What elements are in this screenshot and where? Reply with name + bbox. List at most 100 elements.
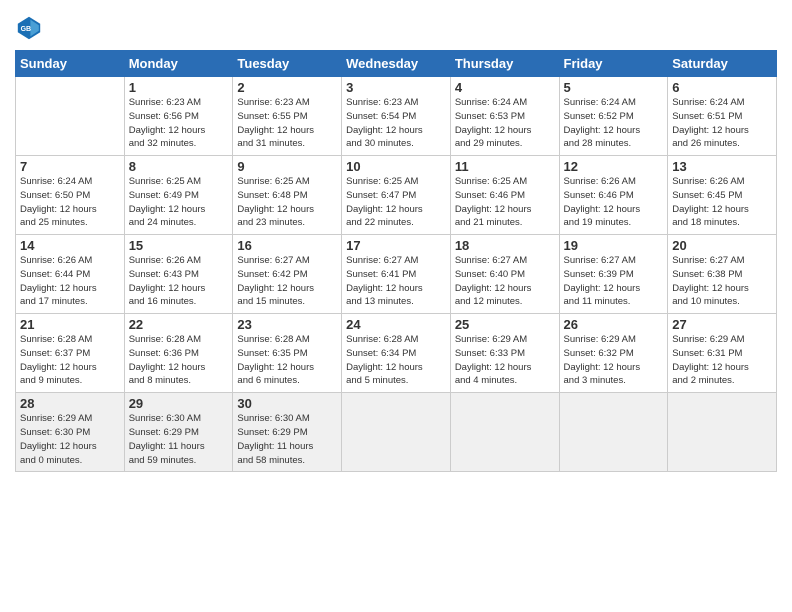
day-cell <box>342 393 451 472</box>
day-info: Sunrise: 6:26 AM Sunset: 6:46 PM Dayligh… <box>564 175 664 230</box>
day-cell: 20Sunrise: 6:27 AM Sunset: 6:38 PM Dayli… <box>668 235 777 314</box>
day-info: Sunrise: 6:27 AM Sunset: 6:40 PM Dayligh… <box>455 254 555 309</box>
day-number: 9 <box>237 159 337 174</box>
day-info: Sunrise: 6:29 AM Sunset: 6:33 PM Dayligh… <box>455 333 555 388</box>
day-cell: 21Sunrise: 6:28 AM Sunset: 6:37 PM Dayli… <box>16 314 125 393</box>
day-info: Sunrise: 6:24 AM Sunset: 6:52 PM Dayligh… <box>564 96 664 151</box>
day-cell: 19Sunrise: 6:27 AM Sunset: 6:39 PM Dayli… <box>559 235 668 314</box>
day-cell <box>668 393 777 472</box>
weekday-header-sunday: Sunday <box>16 51 125 77</box>
day-info: Sunrise: 6:23 AM Sunset: 6:54 PM Dayligh… <box>346 96 446 151</box>
day-cell <box>16 77 125 156</box>
day-cell: 17Sunrise: 6:27 AM Sunset: 6:41 PM Dayli… <box>342 235 451 314</box>
day-info: Sunrise: 6:25 AM Sunset: 6:47 PM Dayligh… <box>346 175 446 230</box>
day-cell: 7Sunrise: 6:24 AM Sunset: 6:50 PM Daylig… <box>16 156 125 235</box>
day-cell: 28Sunrise: 6:29 AM Sunset: 6:30 PM Dayli… <box>16 393 125 472</box>
day-cell: 4Sunrise: 6:24 AM Sunset: 6:53 PM Daylig… <box>450 77 559 156</box>
week-row-3: 21Sunrise: 6:28 AM Sunset: 6:37 PM Dayli… <box>16 314 777 393</box>
day-info: Sunrise: 6:23 AM Sunset: 6:56 PM Dayligh… <box>129 96 229 151</box>
day-info: Sunrise: 6:25 AM Sunset: 6:48 PM Dayligh… <box>237 175 337 230</box>
weekday-row: SundayMondayTuesdayWednesdayThursdayFrid… <box>16 51 777 77</box>
day-cell: 16Sunrise: 6:27 AM Sunset: 6:42 PM Dayli… <box>233 235 342 314</box>
day-number: 16 <box>237 238 337 253</box>
day-cell: 22Sunrise: 6:28 AM Sunset: 6:36 PM Dayli… <box>124 314 233 393</box>
day-number: 8 <box>129 159 229 174</box>
day-number: 11 <box>455 159 555 174</box>
day-cell <box>559 393 668 472</box>
day-cell: 24Sunrise: 6:28 AM Sunset: 6:34 PM Dayli… <box>342 314 451 393</box>
day-cell: 6Sunrise: 6:24 AM Sunset: 6:51 PM Daylig… <box>668 77 777 156</box>
day-info: Sunrise: 6:30 AM Sunset: 6:29 PM Dayligh… <box>129 412 229 467</box>
day-number: 20 <box>672 238 772 253</box>
day-number: 27 <box>672 317 772 332</box>
day-cell: 13Sunrise: 6:26 AM Sunset: 6:45 PM Dayli… <box>668 156 777 235</box>
day-number: 10 <box>346 159 446 174</box>
day-info: Sunrise: 6:28 AM Sunset: 6:34 PM Dayligh… <box>346 333 446 388</box>
day-number: 24 <box>346 317 446 332</box>
day-cell: 14Sunrise: 6:26 AM Sunset: 6:44 PM Dayli… <box>16 235 125 314</box>
day-cell: 25Sunrise: 6:29 AM Sunset: 6:33 PM Dayli… <box>450 314 559 393</box>
day-cell: 5Sunrise: 6:24 AM Sunset: 6:52 PM Daylig… <box>559 77 668 156</box>
header: GB <box>15 10 777 42</box>
day-cell: 12Sunrise: 6:26 AM Sunset: 6:46 PM Dayli… <box>559 156 668 235</box>
day-number: 23 <box>237 317 337 332</box>
day-cell: 29Sunrise: 6:30 AM Sunset: 6:29 PM Dayli… <box>124 393 233 472</box>
day-number: 21 <box>20 317 120 332</box>
day-info: Sunrise: 6:28 AM Sunset: 6:36 PM Dayligh… <box>129 333 229 388</box>
day-cell: 30Sunrise: 6:30 AM Sunset: 6:29 PM Dayli… <box>233 393 342 472</box>
week-row-0: 1Sunrise: 6:23 AM Sunset: 6:56 PM Daylig… <box>16 77 777 156</box>
day-number: 29 <box>129 396 229 411</box>
day-cell: 27Sunrise: 6:29 AM Sunset: 6:31 PM Dayli… <box>668 314 777 393</box>
day-number: 28 <box>20 396 120 411</box>
day-cell: 3Sunrise: 6:23 AM Sunset: 6:54 PM Daylig… <box>342 77 451 156</box>
calendar: SundayMondayTuesdayWednesdayThursdayFrid… <box>15 50 777 472</box>
day-info: Sunrise: 6:24 AM Sunset: 6:51 PM Dayligh… <box>672 96 772 151</box>
day-info: Sunrise: 6:27 AM Sunset: 6:42 PM Dayligh… <box>237 254 337 309</box>
day-number: 5 <box>564 80 664 95</box>
week-row-2: 14Sunrise: 6:26 AM Sunset: 6:44 PM Dayli… <box>16 235 777 314</box>
day-cell: 10Sunrise: 6:25 AM Sunset: 6:47 PM Dayli… <box>342 156 451 235</box>
page: GB SundayMondayTuesdayWednesdayThursdayF… <box>0 0 792 612</box>
svg-text:GB: GB <box>21 26 32 33</box>
weekday-header-friday: Friday <box>559 51 668 77</box>
day-number: 6 <box>672 80 772 95</box>
day-number: 4 <box>455 80 555 95</box>
day-info: Sunrise: 6:26 AM Sunset: 6:43 PM Dayligh… <box>129 254 229 309</box>
day-number: 12 <box>564 159 664 174</box>
week-row-1: 7Sunrise: 6:24 AM Sunset: 6:50 PM Daylig… <box>16 156 777 235</box>
day-cell: 2Sunrise: 6:23 AM Sunset: 6:55 PM Daylig… <box>233 77 342 156</box>
day-cell: 26Sunrise: 6:29 AM Sunset: 6:32 PM Dayli… <box>559 314 668 393</box>
day-number: 17 <box>346 238 446 253</box>
day-number: 3 <box>346 80 446 95</box>
day-info: Sunrise: 6:25 AM Sunset: 6:46 PM Dayligh… <box>455 175 555 230</box>
day-cell: 18Sunrise: 6:27 AM Sunset: 6:40 PM Dayli… <box>450 235 559 314</box>
calendar-body: 1Sunrise: 6:23 AM Sunset: 6:56 PM Daylig… <box>16 77 777 472</box>
weekday-header-wednesday: Wednesday <box>342 51 451 77</box>
day-number: 1 <box>129 80 229 95</box>
weekday-header-monday: Monday <box>124 51 233 77</box>
calendar-header: SundayMondayTuesdayWednesdayThursdayFrid… <box>16 51 777 77</box>
weekday-header-saturday: Saturday <box>668 51 777 77</box>
day-cell: 8Sunrise: 6:25 AM Sunset: 6:49 PM Daylig… <box>124 156 233 235</box>
day-info: Sunrise: 6:29 AM Sunset: 6:32 PM Dayligh… <box>564 333 664 388</box>
day-info: Sunrise: 6:28 AM Sunset: 6:35 PM Dayligh… <box>237 333 337 388</box>
day-info: Sunrise: 6:29 AM Sunset: 6:30 PM Dayligh… <box>20 412 120 467</box>
day-cell: 15Sunrise: 6:26 AM Sunset: 6:43 PM Dayli… <box>124 235 233 314</box>
day-info: Sunrise: 6:30 AM Sunset: 6:29 PM Dayligh… <box>237 412 337 467</box>
day-number: 19 <box>564 238 664 253</box>
day-number: 14 <box>20 238 120 253</box>
week-row-4: 28Sunrise: 6:29 AM Sunset: 6:30 PM Dayli… <box>16 393 777 472</box>
day-cell <box>450 393 559 472</box>
day-number: 18 <box>455 238 555 253</box>
logo: GB <box>15 14 47 42</box>
logo-icon: GB <box>15 14 43 42</box>
day-info: Sunrise: 6:25 AM Sunset: 6:49 PM Dayligh… <box>129 175 229 230</box>
day-number: 26 <box>564 317 664 332</box>
day-number: 13 <box>672 159 772 174</box>
day-info: Sunrise: 6:24 AM Sunset: 6:50 PM Dayligh… <box>20 175 120 230</box>
day-info: Sunrise: 6:24 AM Sunset: 6:53 PM Dayligh… <box>455 96 555 151</box>
day-number: 30 <box>237 396 337 411</box>
day-info: Sunrise: 6:27 AM Sunset: 6:39 PM Dayligh… <box>564 254 664 309</box>
day-info: Sunrise: 6:29 AM Sunset: 6:31 PM Dayligh… <box>672 333 772 388</box>
day-cell: 9Sunrise: 6:25 AM Sunset: 6:48 PM Daylig… <box>233 156 342 235</box>
